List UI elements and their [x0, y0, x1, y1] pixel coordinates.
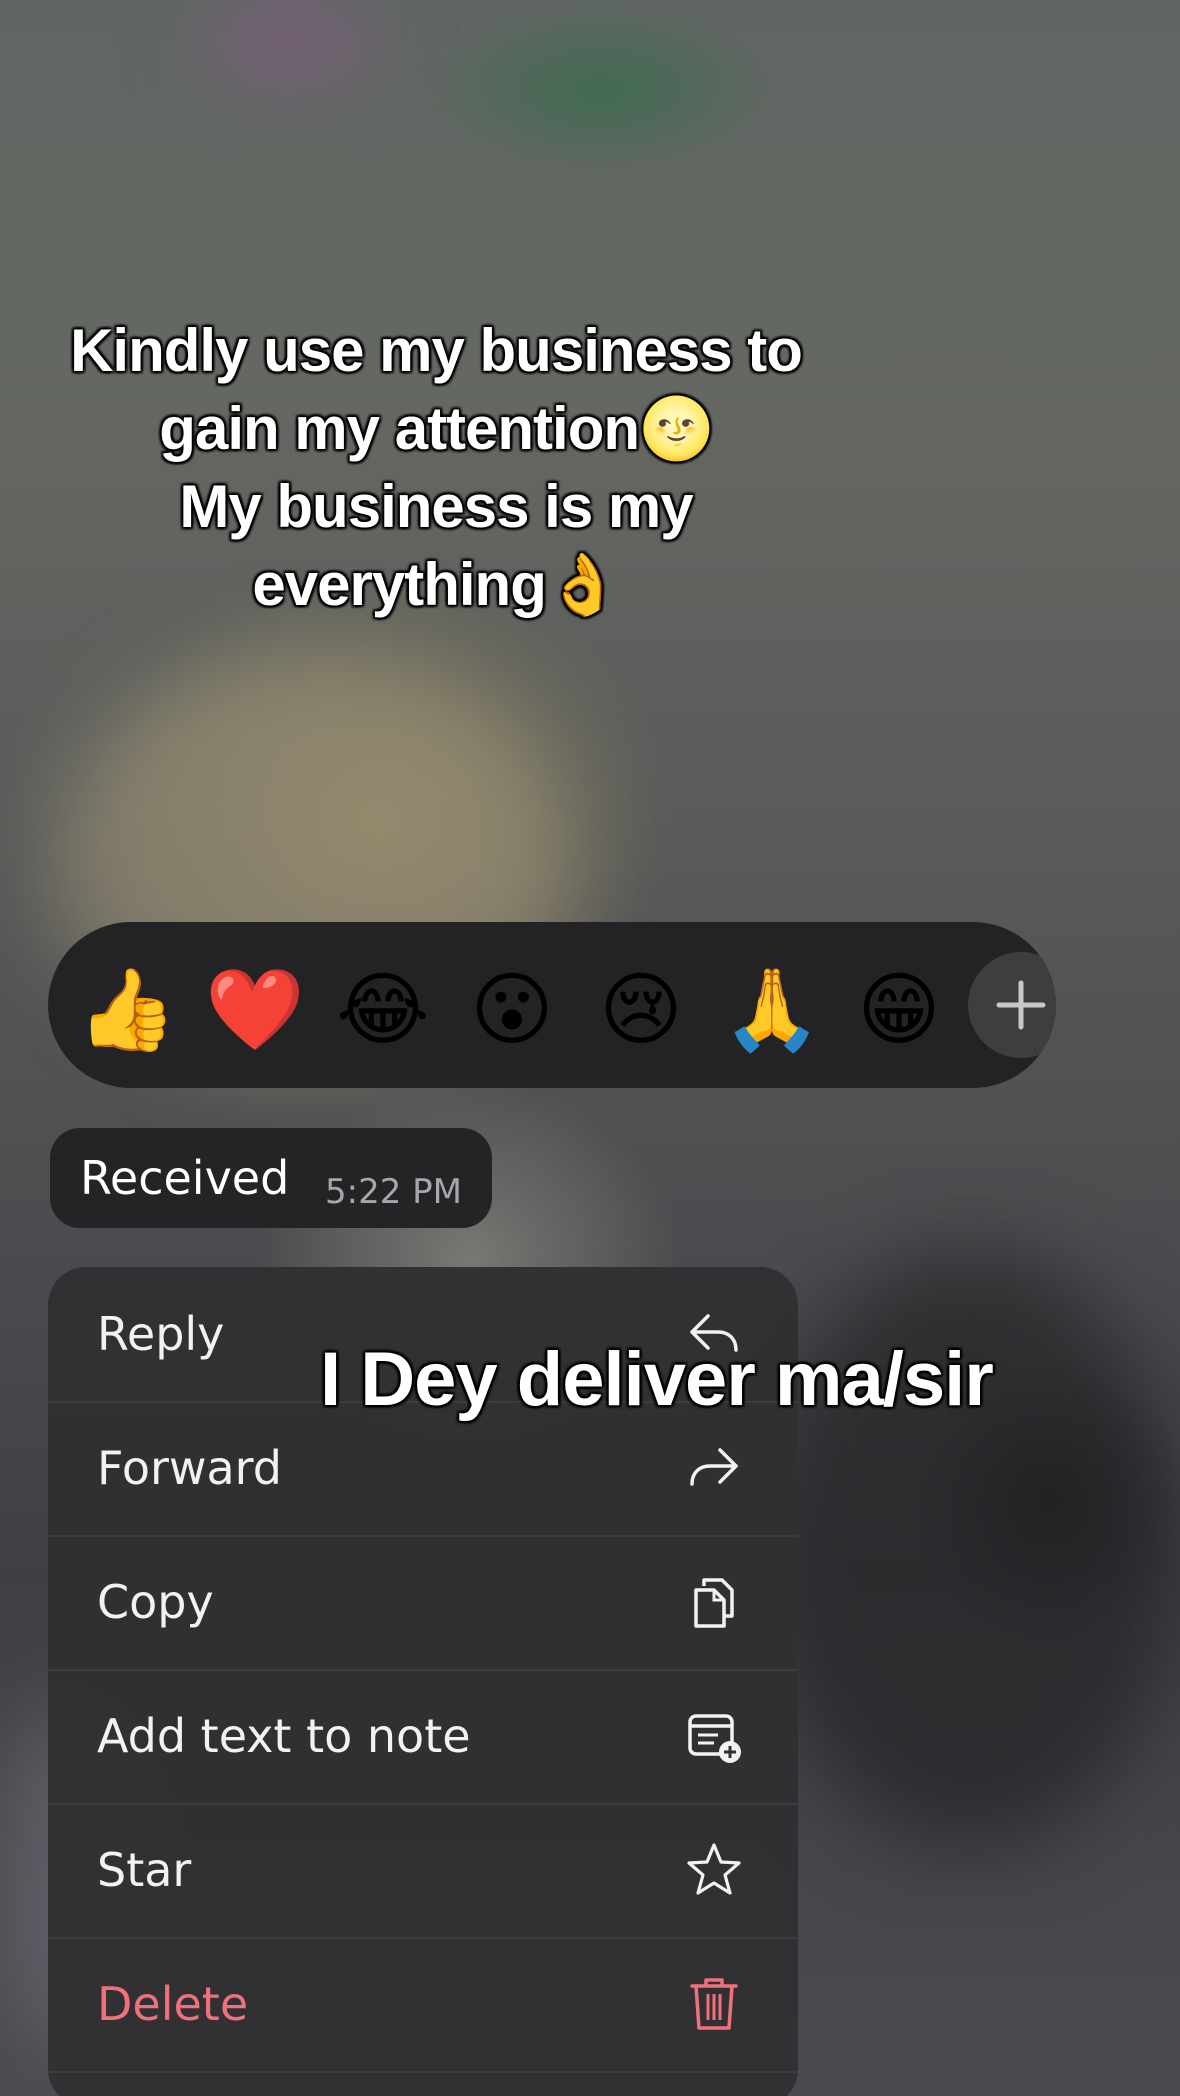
message-time: 5:22 PM	[325, 1172, 462, 1212]
reaction-laughing[interactable]: 😂	[335, 962, 431, 1058]
message-bubble[interactable]: Received 5:22 PM	[50, 1128, 492, 1228]
star-icon	[687, 1843, 741, 1895]
background-blur	[200, 0, 380, 80]
reaction-surprised[interactable]: 😮	[464, 962, 560, 1058]
forward-icon	[690, 1448, 738, 1486]
screen: Kindly use my business to gain my attent…	[0, 0, 1180, 2096]
caption-line: My business is my	[179, 473, 693, 540]
overlay-caption-middle: I Dey deliver ma/sir	[320, 1337, 994, 1422]
plus-icon	[996, 980, 1046, 1030]
reaction-sad[interactable]: 😢	[593, 962, 689, 1058]
caption-line: everything👌	[252, 551, 620, 618]
menu-item-label: Add text to note	[97, 1709, 471, 1763]
menu-item-star[interactable]: Star	[48, 1803, 798, 1937]
reaction-heart[interactable]: ❤️	[205, 962, 305, 1058]
reaction-bar: 👍 ❤️ 😂 😮 😢 🙏 😁	[48, 922, 1056, 1088]
caption-line: Kindly use my business to	[70, 317, 803, 384]
menu-item-label: Delete	[97, 1977, 249, 2031]
menu-item-copy[interactable]: Copy	[48, 1535, 798, 1669]
more-reactions-button[interactable]	[968, 952, 1056, 1058]
add-note-icon	[688, 1714, 741, 1763]
menu-item-label: Copy	[97, 1575, 214, 1629]
reaction-grin[interactable]: 😁	[851, 962, 947, 1058]
overlay-caption-top: Kindly use my business to gain my attent…	[40, 312, 832, 624]
menu-item-label: Star	[97, 1843, 192, 1897]
trash-icon	[690, 1978, 738, 2030]
menu-item-delete[interactable]: Delete	[48, 1937, 798, 2071]
menu-item-add-text-to-note[interactable]: Add text to note	[48, 1669, 798, 1803]
message-text: Received	[80, 1151, 290, 1205]
menu-item-label: Forward	[97, 1441, 282, 1495]
menu-divider	[48, 2071, 798, 2073]
reaction-pray[interactable]: 🙏	[722, 962, 822, 1058]
caption-line: gain my attention🌝	[159, 395, 713, 462]
reaction-thumbs-up[interactable]: 👍	[77, 962, 177, 1058]
copy-icon	[694, 1578, 734, 1628]
menu-item-label: Reply	[97, 1307, 225, 1361]
